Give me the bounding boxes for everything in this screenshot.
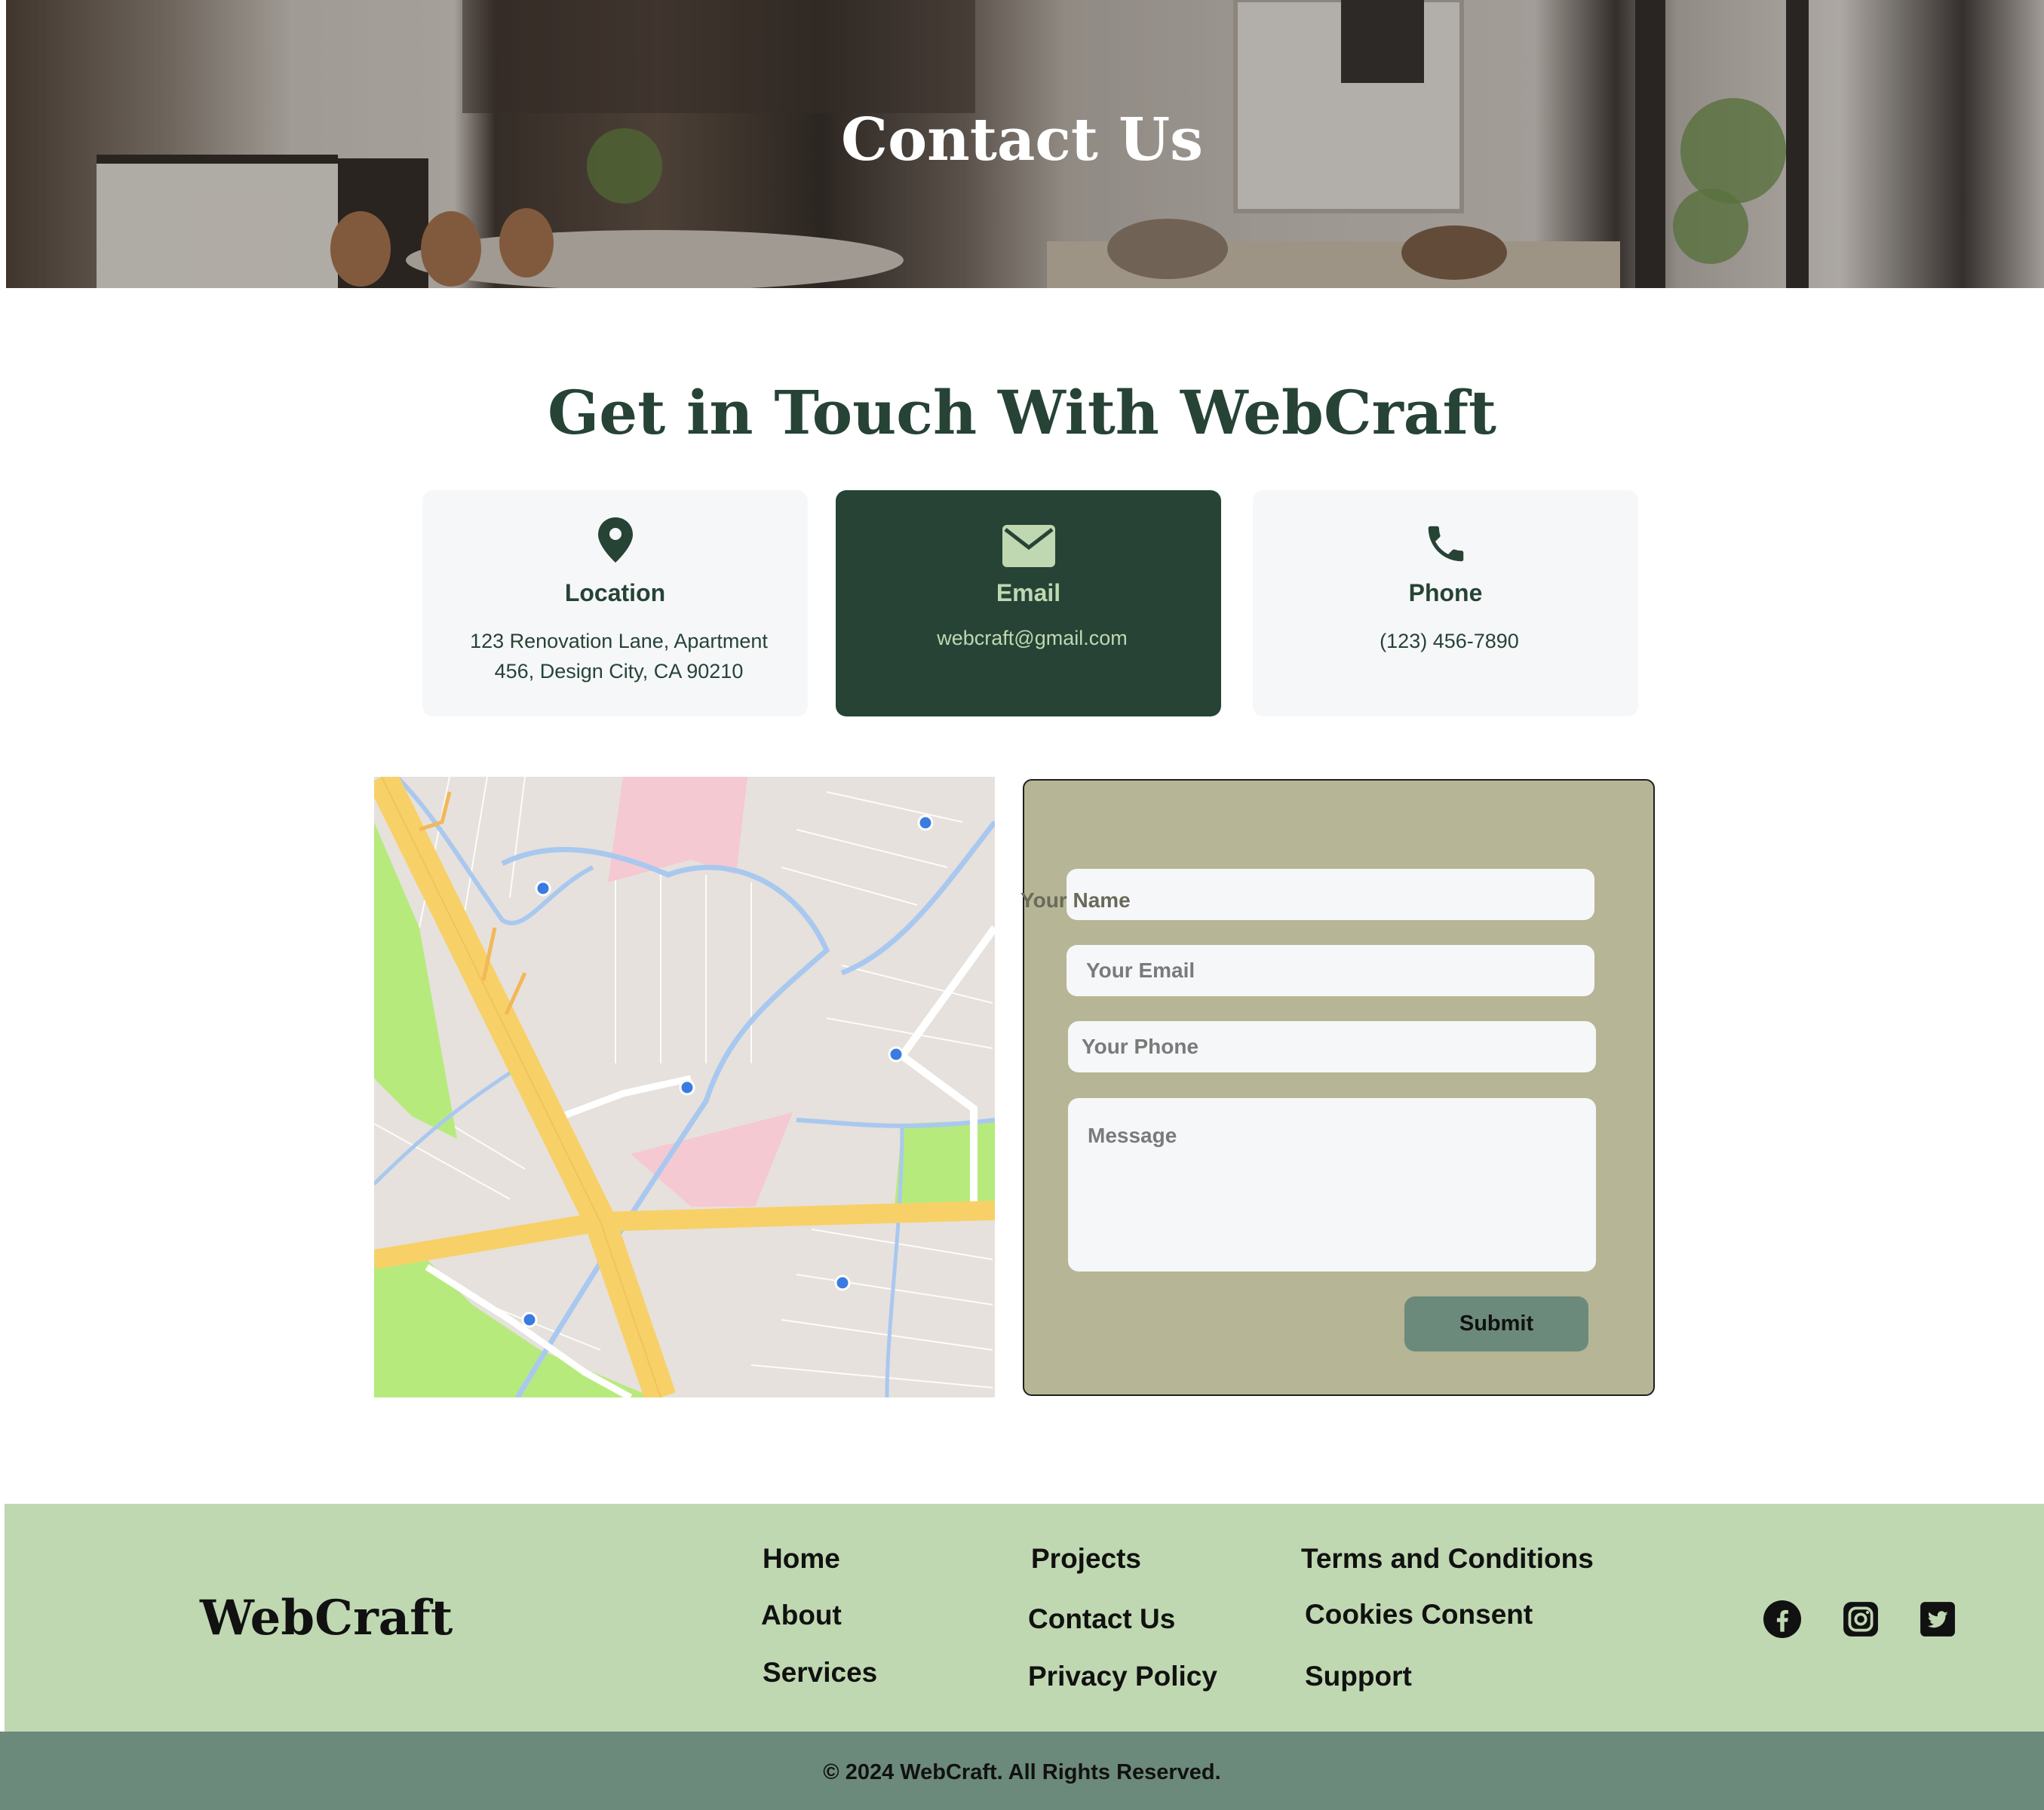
- contact-page: Contact Us Get in Touch With WebCraft Lo…: [0, 0, 2044, 1810]
- twitter-icon[interactable]: [1919, 1600, 1957, 1638]
- location-address: 123 Renovation Lane, Apartment 456, Desi…: [470, 630, 768, 683]
- footer-link-contact[interactable]: Contact Us: [1028, 1603, 1175, 1635]
- phone-title: Phone: [1408, 579, 1483, 606]
- submit-button[interactable]: Submit: [1404, 1296, 1588, 1351]
- footer-link-cookies[interactable]: Cookies Consent: [1305, 1599, 1533, 1631]
- page-title: Contact Us: [841, 106, 1203, 174]
- location-map[interactable]: [374, 777, 995, 1397]
- facebook-icon[interactable]: [1763, 1600, 1801, 1638]
- email-field[interactable]: [1067, 945, 1594, 996]
- phone-icon: [1428, 526, 1463, 562]
- footer-link-privacy[interactable]: Privacy Policy: [1028, 1661, 1217, 1692]
- footer-brand[interactable]: WebCraft: [200, 1590, 453, 1646]
- footer-link-home[interactable]: Home: [763, 1543, 840, 1575]
- copyright-text: © 2024 WebCraft. All Rights Reserved.: [823, 1760, 1221, 1784]
- name-field[interactable]: [1067, 869, 1594, 920]
- footer-link-projects[interactable]: Projects: [1031, 1543, 1141, 1575]
- instagram-icon[interactable]: [1842, 1600, 1880, 1638]
- location-pin-icon: [597, 517, 633, 563]
- location-title: Location: [564, 579, 666, 606]
- phone-card: Phone (123) 456-7890: [1253, 490, 1638, 716]
- message-field[interactable]: [1068, 1098, 1596, 1272]
- footer-link-terms[interactable]: Terms and Conditions: [1301, 1543, 1594, 1575]
- email-title: Email: [996, 579, 1061, 606]
- map-graphic: [374, 777, 995, 1397]
- footer-link-about[interactable]: About: [761, 1600, 842, 1631]
- name-label: Your Name: [1020, 888, 1131, 912]
- phone-number[interactable]: (123) 456-7890: [1283, 626, 1616, 656]
- footer-link-services[interactable]: Services: [763, 1657, 877, 1689]
- email-address[interactable]: webcraft@gmail.com: [866, 623, 1198, 653]
- phone-field[interactable]: [1068, 1021, 1596, 1072]
- footer-link-support[interactable]: Support: [1305, 1661, 1412, 1692]
- email-card: Email webcraft@gmail.com: [836, 490, 1221, 716]
- envelope-icon: [1002, 525, 1055, 567]
- section-heading: Get in Touch With WebCraft: [547, 377, 1496, 448]
- location-card: Location 123 Renovation Lane, Apartment …: [422, 490, 808, 716]
